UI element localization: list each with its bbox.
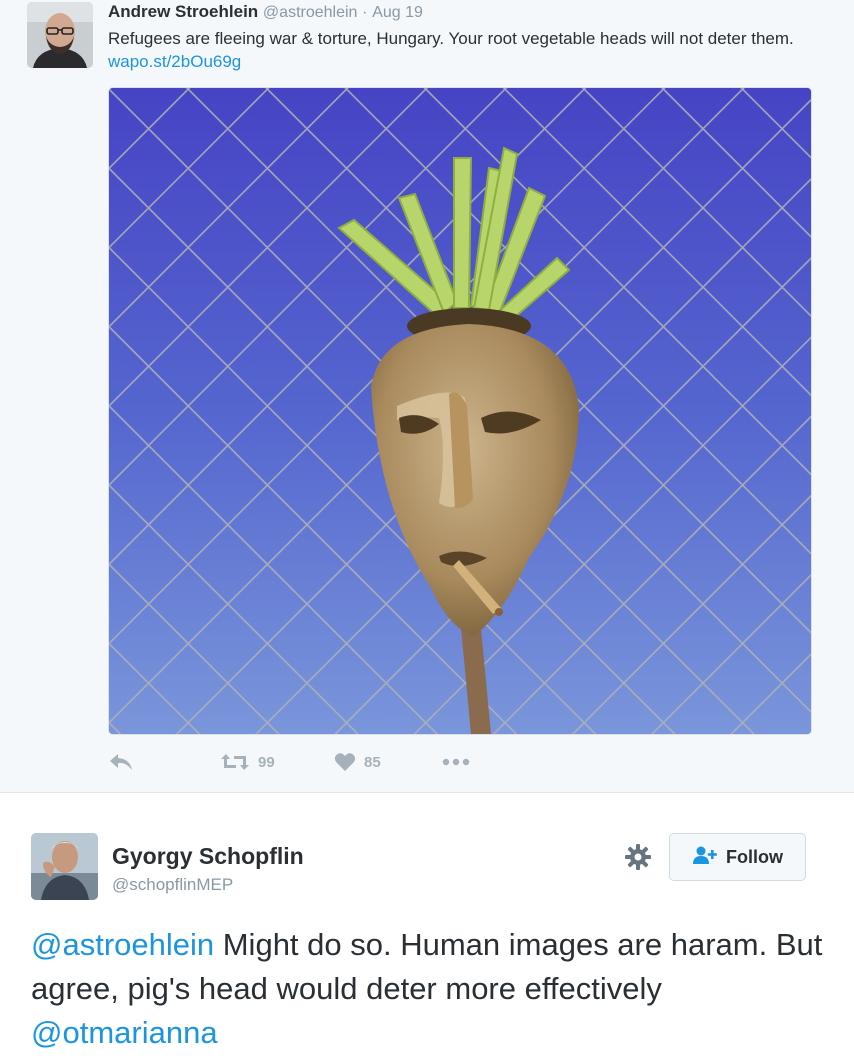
tweet-actions: 99 85: [108, 748, 608, 776]
follow-label: Follow: [726, 846, 783, 867]
tweet-date[interactable]: Aug 19: [372, 4, 423, 21]
retweet-count: 99: [258, 753, 275, 771]
tweet-link[interactable]: wapo.st/2bOu69g: [108, 52, 241, 71]
twitter-page: Andrew Stroehlein @astroehlein · Aug 19 …: [0, 0, 854, 1062]
avatar[interactable]: [31, 833, 98, 900]
reply-author-handle[interactable]: @schopflinMEP: [112, 875, 233, 895]
avatar[interactable]: [27, 2, 93, 68]
gear-icon: [624, 843, 652, 876]
tweet-text: Refugees are fleeing war & torture, Hung…: [108, 27, 828, 73]
tweet-body: Refugees are fleeing war & torture, Hung…: [108, 29, 794, 48]
follow-button[interactable]: Follow: [669, 833, 806, 881]
mention-link[interactable]: @otmarianna: [31, 1015, 218, 1050]
retweet-button[interactable]: 99: [220, 748, 275, 776]
mention-link[interactable]: @astroehlein: [31, 927, 214, 962]
heart-icon: [334, 752, 356, 772]
separator: ·: [362, 4, 368, 21]
reply-author-name[interactable]: Gyorgy Schopflin: [112, 843, 304, 870]
more-button[interactable]: [442, 748, 470, 776]
more-dots-icon: [442, 758, 470, 766]
add-user-icon: [692, 845, 726, 870]
reply-icon: [108, 752, 134, 772]
tweet-header: Andrew Stroehlein @astroehlein · Aug 19: [108, 0, 423, 24]
original-tweet[interactable]: Andrew Stroehlein @astroehlein · Aug 19 …: [0, 0, 854, 793]
like-button[interactable]: 85: [334, 748, 381, 776]
gear-button[interactable]: [622, 843, 654, 875]
author-handle[interactable]: @astroehlein: [263, 4, 358, 21]
author-name[interactable]: Andrew Stroehlein: [108, 2, 258, 21]
retweet-icon: [220, 752, 250, 772]
reply-tweet[interactable]: Gyorgy Schopflin @schopflinMEP Follow @a…: [0, 793, 854, 1062]
like-count: 85: [364, 753, 381, 771]
reply-text: @astroehlein Might do so. Human images a…: [31, 923, 831, 1055]
tweet-photo[interactable]: [108, 87, 812, 735]
reply-button[interactable]: [108, 748, 134, 776]
